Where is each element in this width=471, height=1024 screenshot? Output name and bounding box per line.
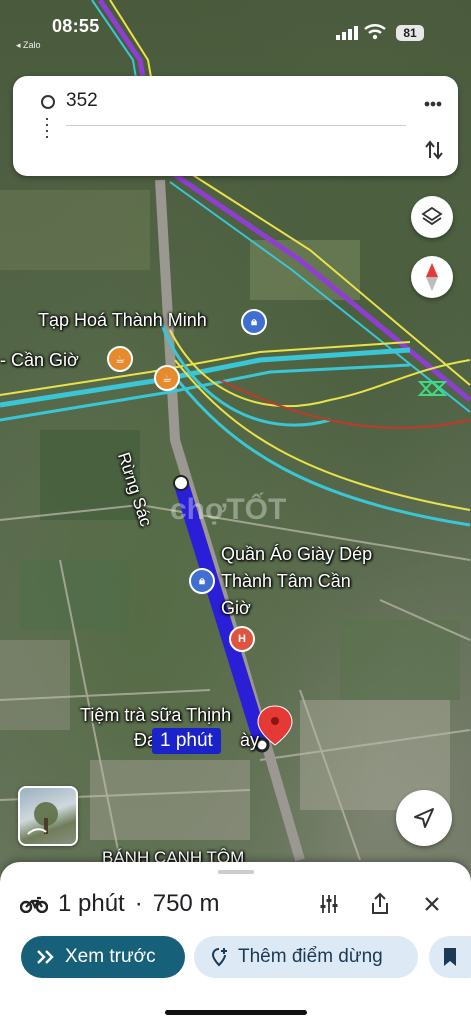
map-label-shop-2-line3[interactable]: Giờ — [221, 598, 251, 619]
hotel-icon[interactable]: H — [229, 626, 255, 652]
street-view-icon — [27, 802, 58, 835]
close-icon — [425, 897, 439, 911]
map-label-shop-2[interactable]: Quần Áo Giày Dép — [221, 544, 372, 565]
origin-circle-icon — [41, 95, 55, 109]
layers-button[interactable] — [411, 196, 453, 238]
navigation-arrow-icon — [414, 808, 434, 828]
status-bar: 08:55 ◂ Zalo 81 — [0, 0, 471, 50]
battery-indicator: 81 — [396, 25, 424, 41]
status-time: 08:55 — [52, 16, 100, 36]
separator: · — [134, 890, 143, 917]
directions-sheet: 1 phút · 750 m Xem trước Thêm điểm dừng — [0, 862, 471, 1024]
route-start-marker — [173, 475, 189, 491]
preview-button[interactable]: Xem trước — [21, 936, 185, 978]
add-stop-button-label: Thêm điểm dừng — [238, 946, 383, 967]
recenter-button[interactable] — [396, 790, 452, 846]
add-stop-button[interactable]: Thêm điểm dừng — [194, 936, 418, 978]
cafe-icon[interactable]: ☕︎ — [154, 365, 180, 391]
preview-button-label: Xem trước — [65, 946, 156, 967]
layers-icon — [421, 206, 443, 226]
signal-icon — [336, 26, 358, 40]
map-label-shop-2-line2[interactable]: Thành Tâm Cần — [221, 571, 351, 592]
motorbike-icon — [20, 896, 48, 913]
divider — [66, 125, 406, 126]
route-dots-icon — [46, 118, 48, 138]
wifi-icon — [364, 24, 386, 40]
cafe-icon[interactable]: ☕︎ — [107, 346, 133, 372]
route-card: 352 — [13, 76, 458, 176]
map-label-shop-3[interactable]: Tiệm trà sữa Thịnh — [80, 705, 231, 726]
sheet-drag-handle[interactable] — [218, 870, 254, 874]
route-summary: 1 phút · 750 m — [20, 890, 219, 918]
route-options-button[interactable] — [311, 886, 347, 922]
close-button[interactable] — [414, 886, 450, 922]
route-distance: 750 m — [152, 890, 220, 917]
share-button[interactable] — [362, 886, 398, 922]
add-stop-pin-icon — [211, 948, 227, 967]
save-button[interactable] — [429, 936, 471, 978]
compass-icon — [426, 263, 438, 291]
more-dots-icon — [424, 101, 442, 107]
shopping-bag-icon[interactable]: 🔒︎ — [241, 309, 267, 335]
more-options-button[interactable] — [424, 90, 442, 113]
share-icon — [372, 892, 388, 914]
home-indicator — [165, 1010, 307, 1015]
street-view-thumbnail[interactable] — [18, 786, 78, 846]
bookmark-icon — [444, 948, 456, 966]
origin-input[interactable]: 352 — [66, 90, 98, 112]
map-label-place-1[interactable]: - Cần Giờ — [0, 350, 79, 371]
back-to-app-label[interactable]: ◂ Zalo — [16, 40, 41, 51]
eta-badge: 1 phút — [152, 728, 221, 754]
route-duration: 1 phút — [58, 890, 125, 917]
watermark: chợTỐT — [170, 493, 287, 526]
sliders-icon — [320, 895, 338, 913]
map-label-shop-3-sub2: ày — [240, 730, 260, 750]
compass-button[interactable] — [411, 256, 453, 298]
shopping-bag-icon[interactable]: 🔒︎ — [189, 568, 215, 594]
double-chevron-icon — [37, 950, 54, 964]
map-label-shop-1[interactable]: Tạp Hoá Thành Minh — [38, 310, 207, 331]
swap-icon[interactable] — [424, 138, 444, 162]
